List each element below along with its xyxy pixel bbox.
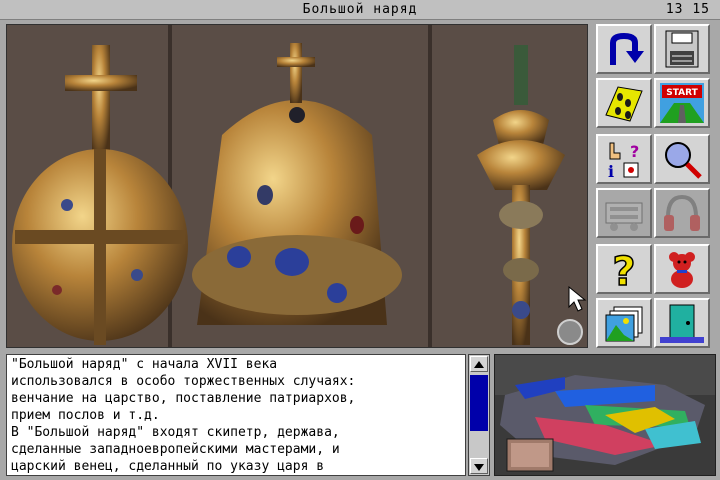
footprints-icon <box>605 86 643 122</box>
svg-text:?: ? <box>630 142 639 161</box>
window-title: Большой наряд <box>302 2 418 17</box>
kids-button[interactable] <box>654 244 710 294</box>
svg-text:?: ? <box>612 249 635 289</box>
arrow-down-icon <box>474 464 484 471</box>
back-button[interactable] <box>596 24 652 74</box>
teddy-bear-icon <box>669 252 695 288</box>
audio-button[interactable] <box>654 188 710 238</box>
question-mark-icon: ? <box>612 249 637 289</box>
pointer-info-icon: ? i <box>608 142 639 179</box>
exit-door-icon <box>660 304 704 343</box>
exit-button[interactable] <box>654 298 710 348</box>
title-bar: Большой наряд 13 15 <box>0 0 720 20</box>
description-line: использовался в особо торжественных случ… <box>11 374 356 389</box>
zoom-button[interactable] <box>654 134 710 184</box>
map-preview[interactable] <box>494 354 716 476</box>
start-label: START <box>666 88 698 98</box>
film-projector-icon <box>605 202 643 231</box>
description-line: сделанные западноевропейскими мастерами,… <box>11 442 340 457</box>
headphones-icon <box>664 194 700 231</box>
scroll-thumb[interactable] <box>470 375 488 431</box>
description-line: В "Большой наряд" входят скипетр, держав… <box>11 425 340 440</box>
save-button[interactable] <box>654 24 710 74</box>
svg-text:i: i <box>608 162 614 179</box>
magnifier-icon <box>665 142 702 179</box>
regalia-photo <box>6 24 588 348</box>
scroll-up-button[interactable] <box>470 356 488 372</box>
kremlin-model-thumbnail <box>495 355 715 475</box>
toolbar: START ? i ? <box>592 22 718 352</box>
floppy-disk-icon <box>665 30 699 68</box>
photo-gallery-icon <box>605 306 643 342</box>
info-button[interactable]: ? i <box>596 134 652 184</box>
description-line: прием послов и т.д. <box>11 408 160 423</box>
start-button[interactable]: START <box>654 78 710 128</box>
clock: 13 15 <box>665 2 710 17</box>
gallery-button[interactable] <box>596 298 652 348</box>
description-line: "Большой наряд" с начала XVII века <box>11 357 278 372</box>
tour-button[interactable] <box>596 78 652 128</box>
video-button[interactable] <box>596 188 652 238</box>
text-scrollbar[interactable] <box>468 354 490 476</box>
u-turn-back-icon <box>610 33 644 65</box>
arrow-up-icon <box>474 361 484 368</box>
scroll-down-button[interactable] <box>470 458 488 474</box>
description-line: венчание на царство, поставление патриар… <box>11 391 356 406</box>
help-button[interactable]: ? <box>596 244 652 294</box>
regalia-illustration <box>7 25 587 347</box>
description-text: "Большой наряд" с начала XVII века испол… <box>6 354 466 476</box>
start-sign-icon: START <box>660 83 704 123</box>
description-line: царский венец, сделанный по указу царя в <box>11 459 325 474</box>
